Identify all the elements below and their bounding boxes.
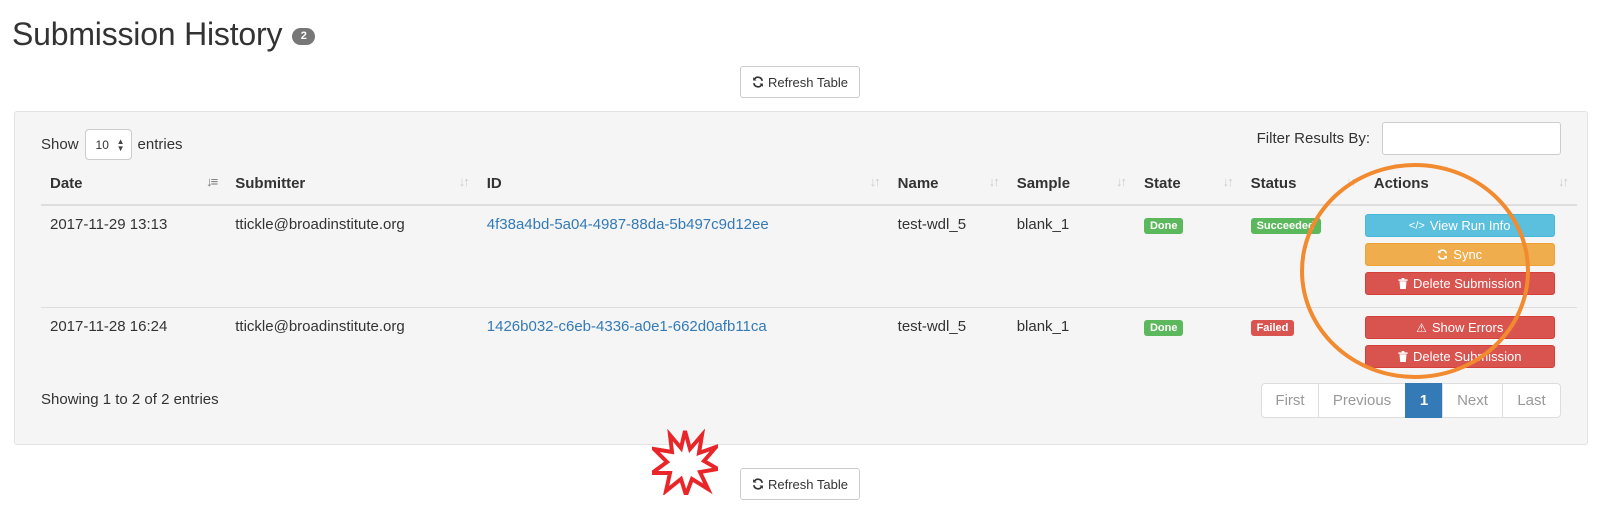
submissions-panel: Show 10 ▲ ▼ entries Filter Results By: Da… — [14, 111, 1588, 445]
refresh-icon — [753, 76, 763, 88]
cell-status: Failed — [1241, 307, 1365, 380]
filter-label: Filter Results By: — [1256, 130, 1370, 147]
state-badge: Done — [1143, 218, 1184, 234]
table-row: 2017-11-28 16:24 ttickle@broadinstitute.… — [41, 307, 1577, 380]
delete-submission-button[interactable]: Delete Submission — [1364, 345, 1555, 368]
trash-icon — [1398, 351, 1408, 362]
cell-actions: ⚠ Show Errors Delete Submission — [1364, 307, 1577, 380]
sort-icon: ↓↑ — [988, 174, 1000, 189]
show-errors-button[interactable]: ⚠ Show Errors — [1364, 316, 1555, 339]
entries-select-value: 10 — [95, 137, 109, 152]
page-title-text: Submission History — [12, 16, 283, 52]
show-entries-control: Show 10 ▲ ▼ entries — [41, 129, 183, 160]
sync-button[interactable]: Sync — [1364, 243, 1555, 266]
column-header-name[interactable]: Name ↓↑ — [888, 162, 1008, 206]
sort-icon: ↓↑ — [1222, 174, 1234, 189]
cell-name: test-wdl_5 — [888, 307, 1008, 380]
cell-status: Succeeded — [1241, 204, 1365, 308]
column-header-id[interactable]: ID ↓↑ — [477, 162, 889, 206]
page-title: Submission History 2 — [12, 16, 316, 53]
refresh-table-label: Refresh Table — [768, 74, 848, 90]
pagination-last[interactable]: Last — [1502, 383, 1561, 418]
column-header-sample[interactable]: Sample ↓↑ — [1007, 162, 1135, 206]
filter-group: Filter Results By: — [1257, 122, 1561, 155]
filter-input[interactable] — [1382, 122, 1561, 155]
refresh-table-button-top[interactable]: Refresh Table — [740, 66, 860, 98]
cell-name: test-wdl_5 — [888, 204, 1008, 308]
pagination-page-1[interactable]: 1 — [1405, 383, 1443, 418]
pagination-next[interactable]: Next — [1442, 383, 1503, 418]
cell-date: 2017-11-29 13:13 — [41, 204, 227, 308]
count-badge: 2 — [292, 28, 316, 45]
select-arrows-icon: ▲ ▼ — [116, 136, 125, 153]
column-header-actions[interactable]: Actions ↓↑ — [1364, 162, 1577, 206]
table-header-row: Date ↓≡ Submitter ↓↑ ID ↓↑ Name ↓↑ Sample ↓↑ … — [41, 162, 1577, 206]
status-badge: Failed — [1250, 320, 1295, 336]
view-run-info-button[interactable]: </> View Run Info — [1364, 214, 1555, 237]
sync-icon — [1438, 249, 1448, 260]
column-header-date[interactable]: Date ↓≡ — [41, 162, 227, 206]
sort-icon: ↓↑ — [869, 174, 881, 189]
code-icon: </> — [1408, 219, 1425, 232]
submission-id-link[interactable]: 4f38a4bd-5a04-4987-88da-5b497c9d12ee — [487, 216, 769, 233]
sort-desc-icon: ↓≡ — [206, 174, 218, 189]
showing-entries-text: Showing 1 to 2 of 2 entries — [41, 391, 219, 408]
cell-state: Done — [1134, 204, 1242, 308]
cell-id: 4f38a4bd-5a04-4987-88da-5b497c9d12ee — [477, 204, 889, 308]
sort-icon: ↓↑ — [1558, 174, 1569, 189]
submissions-table: Date ↓≡ Submitter ↓↑ ID ↓↑ Name ↓↑ Sample ↓↑ … — [41, 162, 1577, 380]
pagination-first[interactable]: First — [1261, 383, 1319, 418]
refresh-table-button-bottom[interactable]: Refresh Table — [740, 468, 860, 500]
pagination-previous[interactable]: Previous — [1318, 383, 1406, 418]
entries-per-page-select[interactable]: 10 ▲ ▼ — [84, 129, 132, 160]
submission-id-link[interactable]: 1426b032-c6eb-4336-a0e1-662d0afb11ca — [487, 318, 767, 335]
cell-sample: blank_1 — [1007, 307, 1135, 380]
entries-label: entries — [137, 136, 183, 153]
cell-actions: </> View Run Info Sync Delete Submission — [1364, 204, 1577, 308]
refresh-icon — [753, 478, 763, 490]
sort-icon: ↓↑ — [1115, 174, 1127, 189]
status-badge: Succeeded — [1250, 218, 1321, 234]
warning-icon: ⚠ — [1416, 320, 1427, 335]
state-badge: Done — [1143, 320, 1184, 336]
cell-sample: blank_1 — [1007, 204, 1135, 308]
starburst-annotation-icon — [652, 429, 718, 495]
sort-icon: ↓↑ — [458, 174, 470, 189]
table-row: 2017-11-29 13:13 ttickle@broadinstitute.… — [41, 204, 1577, 308]
column-header-state[interactable]: State ↓↑ — [1134, 162, 1242, 206]
show-label: Show — [41, 136, 79, 153]
cell-date: 2017-11-28 16:24 — [41, 307, 227, 380]
column-header-submitter[interactable]: Submitter ↓↑ — [226, 162, 478, 206]
sort-icon: ↓↑ — [1345, 174, 1357, 189]
trash-icon — [1398, 278, 1408, 289]
cell-submitter: ttickle@broadinstitute.org — [226, 307, 478, 380]
pagination: First Previous 1 Next Last — [1261, 383, 1561, 418]
cell-state: Done — [1134, 307, 1242, 380]
delete-submission-button[interactable]: Delete Submission — [1364, 272, 1555, 295]
cell-submitter: ttickle@broadinstitute.org — [226, 204, 478, 308]
cell-id: 1426b032-c6eb-4336-a0e1-662d0afb11ca — [477, 307, 889, 380]
column-header-status[interactable]: Status ↓↑ — [1241, 162, 1365, 206]
refresh-table-label: Refresh Table — [768, 476, 848, 492]
